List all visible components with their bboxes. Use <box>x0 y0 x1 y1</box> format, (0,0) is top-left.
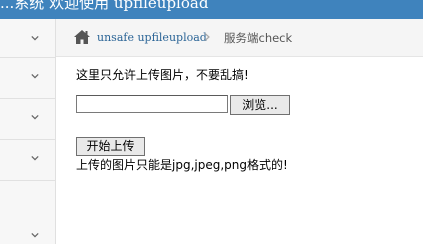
sidebar-item[interactable] <box>0 58 55 99</box>
browse-button[interactable]: 浏览... <box>230 95 290 115</box>
chevron-down-icon <box>31 232 39 238</box>
sidebar-item[interactable] <box>0 99 55 140</box>
file-path-field[interactable] <box>76 95 228 113</box>
chevron-right-icon <box>204 33 210 41</box>
chevron-down-icon <box>31 114 39 120</box>
sidebar-item[interactable] <box>0 181 55 238</box>
chevron-down-icon <box>31 73 39 79</box>
upload-notice: 这里只允许上传图片，不要乱搞! <box>76 68 249 82</box>
breadcrumb-current: 服务端check <box>224 31 293 45</box>
app-title: ...系统 欢迎使用 upfileupload <box>0 0 209 12</box>
chevron-down-icon <box>31 155 39 161</box>
breadcrumb: unsafe upfileupload 服务端check <box>56 19 423 57</box>
sidebar-item[interactable] <box>0 19 55 58</box>
sidebar-item[interactable] <box>0 140 55 181</box>
upload-button[interactable]: 开始上传 <box>76 137 145 156</box>
home-icon[interactable] <box>74 30 90 44</box>
sidebar <box>0 19 56 244</box>
chevron-down-icon <box>31 35 39 41</box>
top-navbar: ...系统 欢迎使用 upfileupload <box>0 0 423 19</box>
breadcrumb-link[interactable]: unsafe upfileupload <box>97 31 207 44</box>
main-content: 这里只允许上传图片，不要乱搞! 浏览... 开始上传 上传的图片只能是jpg,j… <box>56 57 423 244</box>
upload-hint: 上传的图片只能是jpg,jpeg,png格式的! <box>76 158 288 172</box>
